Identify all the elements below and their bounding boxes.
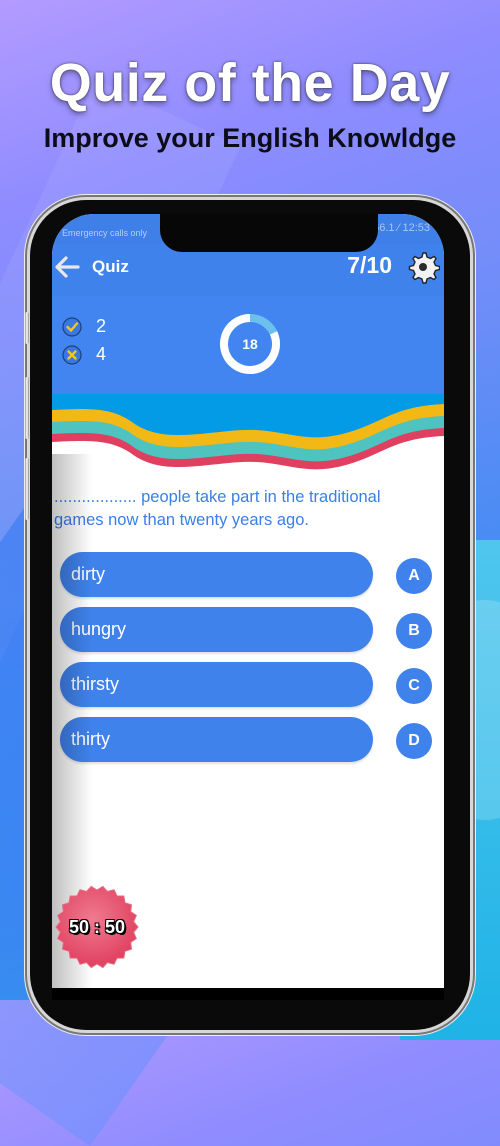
answer-button[interactable]: thirsty bbox=[60, 662, 373, 707]
status-carrier: Emergency calls only bbox=[62, 228, 148, 238]
fifty-fifty-lifeline-button[interactable]: 50 : 50 bbox=[54, 884, 140, 970]
phone-side-button bbox=[25, 458, 29, 520]
wrong-count-row: 4 bbox=[62, 344, 106, 365]
question-progress: 7/10 bbox=[347, 252, 392, 278]
phone-side-button bbox=[25, 377, 29, 439]
answer-option-b[interactable]: hungry B bbox=[52, 607, 444, 662]
answer-letter-badge[interactable]: A bbox=[396, 558, 432, 594]
timer-seconds: 18 bbox=[242, 336, 258, 352]
answer-options: dirty A hungry B thirsty C thirty D bbox=[52, 552, 444, 772]
promo-subline: Improve your English Knowldge bbox=[43, 123, 457, 153]
page-title: Quiz bbox=[92, 257, 129, 276]
answer-option-a[interactable]: dirty A bbox=[52, 552, 444, 607]
system-nav-bar bbox=[52, 988, 444, 1000]
promo-headline: Quiz of the Day bbox=[49, 53, 451, 113]
phone-side-button bbox=[25, 312, 29, 344]
app-screen: Emergency calls only 66.1 ⁄ 12:53 Quiz 7… bbox=[52, 214, 444, 988]
phone-frame: Emergency calls only 66.1 ⁄ 12:53 Quiz 7… bbox=[25, 200, 470, 1030]
wrong-count: 4 bbox=[96, 344, 107, 364]
answer-button[interactable]: hungry bbox=[60, 607, 373, 652]
decorative-waves bbox=[52, 394, 444, 470]
answer-letter-badge[interactable]: D bbox=[396, 723, 432, 759]
fifty-fifty-label: 50 : 50 bbox=[68, 917, 126, 937]
correct-count: 2 bbox=[96, 316, 107, 336]
correct-count-row: 2 bbox=[62, 316, 106, 337]
x-circle-icon bbox=[62, 344, 82, 365]
phone-notch bbox=[160, 214, 378, 252]
countdown-timer: 18 bbox=[218, 312, 282, 376]
answer-letter-badge[interactable]: B bbox=[396, 613, 432, 649]
answer-option-d[interactable]: thirty D bbox=[52, 717, 444, 772]
answer-option-c[interactable]: thirsty C bbox=[52, 662, 444, 717]
answer-letter-badge[interactable]: C bbox=[396, 668, 432, 704]
status-time: 66.1 ⁄ 12:53 bbox=[373, 222, 430, 234]
answer-button[interactable]: dirty bbox=[60, 552, 373, 597]
question-text: .................. people take part in t… bbox=[54, 488, 381, 529]
gear-icon[interactable] bbox=[406, 250, 441, 284]
answer-button[interactable]: thirty bbox=[60, 717, 373, 762]
check-circle-icon bbox=[62, 316, 82, 337]
arrow-left-icon[interactable] bbox=[52, 252, 84, 282]
score-panel: 2 4 18 bbox=[52, 296, 444, 396]
